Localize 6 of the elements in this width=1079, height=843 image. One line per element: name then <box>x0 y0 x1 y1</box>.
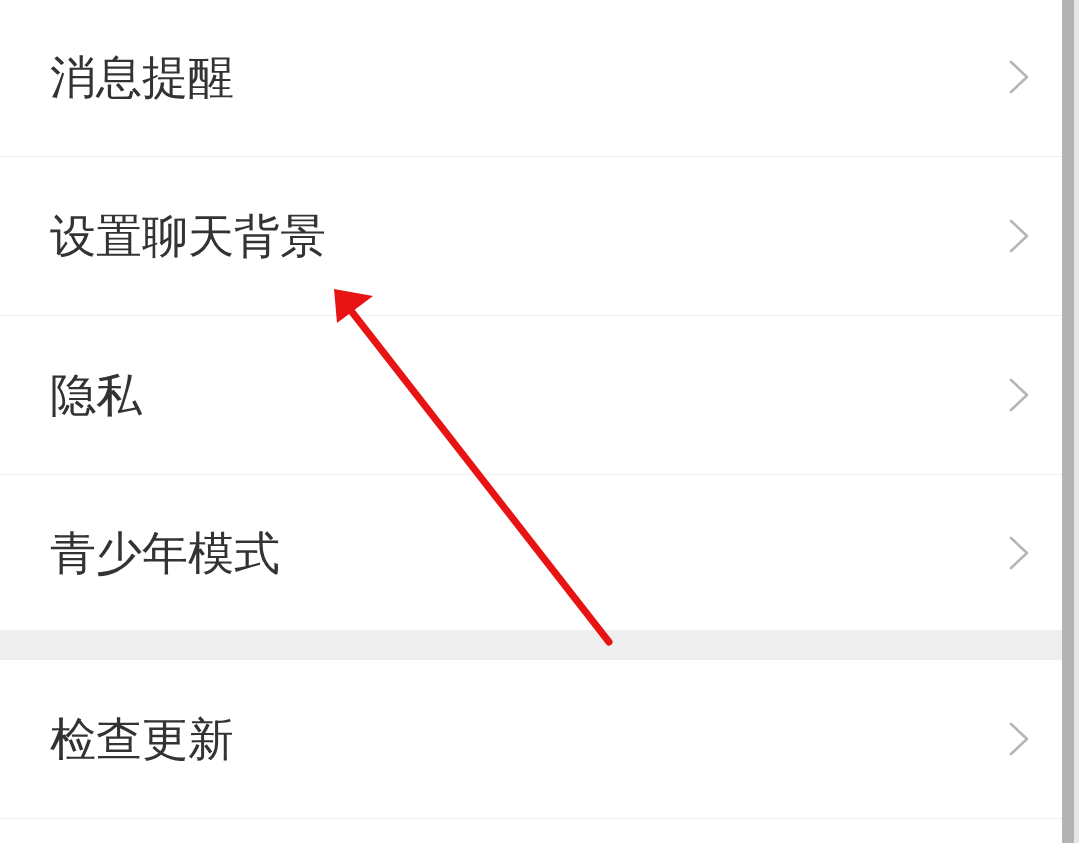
chevron-right-icon <box>1009 60 1029 94</box>
chevron-right-icon <box>1009 219 1029 253</box>
chevron-right-icon <box>1009 722 1029 756</box>
scrollbar[interactable] <box>1062 0 1074 843</box>
chevron-right-icon <box>1009 378 1029 412</box>
chevron-right-icon <box>1009 535 1029 570</box>
